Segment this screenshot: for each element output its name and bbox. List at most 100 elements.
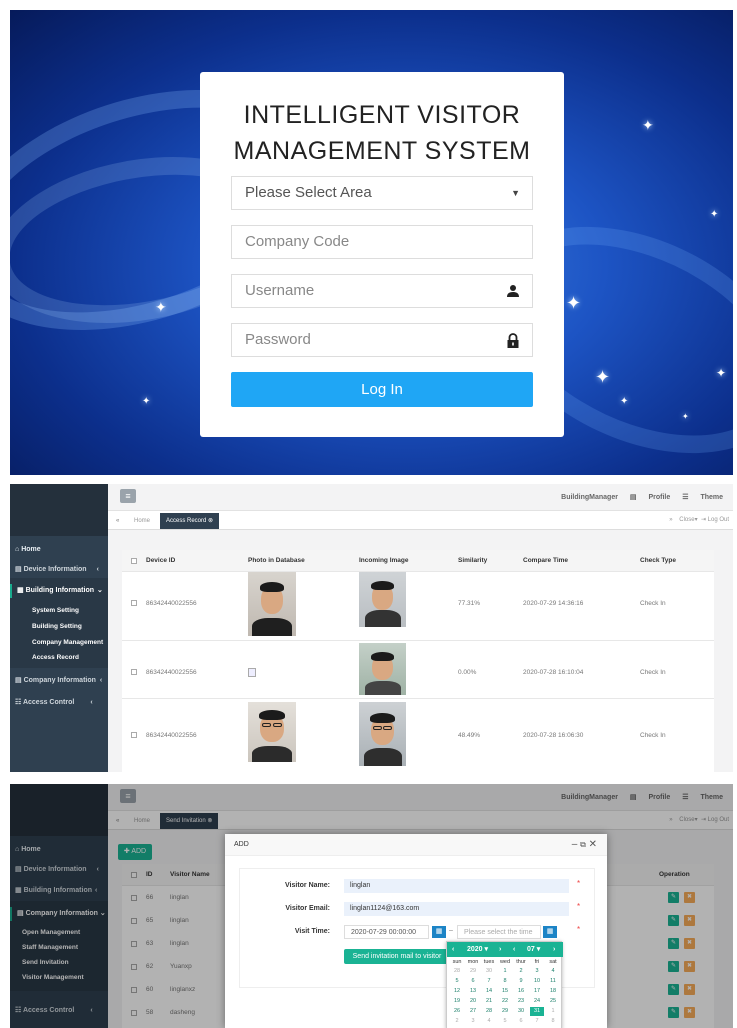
selected-day[interactable]: 31 [530,1007,544,1016]
calendar-day[interactable]: 28 [482,1007,496,1016]
tab-home[interactable]: Home [128,513,156,529]
select-all-checkbox[interactable] [131,558,137,564]
calendar-day[interactable]: 7 [482,977,496,986]
calendar-day[interactable]: 8 [498,977,512,986]
sidebar-item-device-information[interactable]: ▤ Device Information ‹ [10,563,108,577]
user-icon [506,275,520,309]
theme-link[interactable]: ☰ Theme [682,494,723,501]
tab-access-record[interactable]: Access Record ⊗ [160,513,220,529]
maximize-icon[interactable]: ⧉ [580,840,586,849]
login-button[interactable]: Log In [231,372,533,407]
calendar-day[interactable]: 26 [450,1007,464,1016]
next-month-icon[interactable]: › [553,942,555,957]
minimize-icon[interactable]: – [572,839,578,850]
calendar-day[interactable]: 22 [498,997,512,1006]
calendar-day[interactable]: 4 [482,1017,496,1026]
sidebar-item-home[interactable]: ⌂ Home [10,543,108,557]
calendar-day[interactable]: 8 [546,1017,560,1026]
prev-year-icon[interactable]: ‹ [452,942,454,957]
access-record-screen: ⌂ Home ▤ Device Information ‹ ▦ Building … [10,484,733,772]
calendar-day[interactable]: 3 [530,967,544,976]
calendar-day[interactable]: 5 [450,977,464,986]
visit-time-start-input[interactable]: 2020-07-29 00:00:00 [344,925,429,939]
sidebar-item-access-control[interactable]: ☷ Access Control ‹ [10,696,108,710]
sidebar-item-building-information[interactable]: ▦ Building Information ⌄ [10,584,108,598]
calendar-day[interactable]: 18 [546,987,560,996]
calendar-day[interactable]: 21 [482,997,496,1006]
calendar-day[interactable]: 6 [514,1017,528,1026]
calendar-icon[interactable]: ▦ [432,926,446,938]
modal-title: ADD – ⧉ ✕ [225,834,607,856]
calendar-day[interactable]: 4 [546,967,560,976]
sparkle-icon: ✦ [710,209,719,220]
calendar-day[interactable]: 27 [466,1007,480,1016]
top-bar: ≡ BuildingManager ▤ Profile ☰ Theme [108,484,733,511]
calendar-day[interactable]: 13 [466,987,480,996]
area-select[interactable]: Please Select Area ▼ [231,176,533,210]
username-input[interactable]: Username [231,274,533,308]
calendar-day[interactable]: 30 [514,1007,528,1016]
close-menu-button[interactable]: Close▾ [679,517,697,523]
visitor-email-input[interactable]: linglan1124@163.com [344,902,569,916]
calendar-day[interactable]: 6 [466,977,480,986]
visit-time-end-input[interactable]: Please select the time [457,925,541,939]
calendar-day[interactable]: 2 [514,967,528,976]
row-divider [122,640,714,641]
calendar-day[interactable]: 16 [514,987,528,996]
close-icon[interactable]: ✕ [589,839,597,850]
visitor-name-input[interactable]: linglan [344,879,569,893]
tab-scroll-left-icon[interactable]: « [110,513,125,529]
row-checkbox[interactable] [131,600,137,606]
sidebar-logo-area [10,484,108,536]
row-checkbox[interactable] [131,732,137,738]
calendar-day[interactable]: 12 [450,987,464,996]
calendar-day[interactable]: 29 [466,967,480,976]
device-icon: ▤ [15,566,24,573]
device-id: 86342440022556 [146,732,197,739]
device-id: 86342440022556 [146,600,197,607]
calendar-day[interactable]: 20 [466,997,480,1006]
calendar-day[interactable]: 28 [450,967,464,976]
company-code-input[interactable]: Company Code [231,225,533,259]
calendar-day[interactable]: 1 [498,967,512,976]
calendar-day[interactable]: 23 [514,997,528,1006]
calendar-day[interactable]: 10 [530,977,544,986]
calendar-day[interactable]: 19 [450,997,464,1006]
sidebar-sub-access-record[interactable]: Access Record [32,652,79,664]
calendar-day[interactable]: 30 [482,967,496,976]
logout-button[interactable]: ⇥ Log Out [701,517,729,523]
password-input[interactable]: Password [231,323,533,357]
send-invitation-button[interactable]: Send invitation mail to visitor [344,949,450,964]
calendar-day[interactable]: 7 [530,1017,544,1026]
calendar-day[interactable]: 11 [546,977,560,986]
calendar-day[interactable]: 3 [466,1017,480,1026]
profile-link[interactable]: ▤ Profile [630,494,670,501]
sidebar-sub-company-management[interactable]: Company Management [32,637,103,649]
calendar-day[interactable]: 1 [546,1007,560,1016]
calendar-day[interactable]: 29 [498,1007,512,1016]
calendar-day[interactable]: 24 [530,997,544,1006]
calendar-icon[interactable]: ▦ [543,926,557,938]
calendar-day[interactable]: 2 [450,1017,464,1026]
modal-controls: – ⧉ ✕ [572,834,597,856]
calendar-day[interactable]: 15 [498,987,512,996]
tab-scroll-right-icon[interactable]: » [669,517,672,523]
year-select[interactable]: 2020 ▾ [467,942,488,957]
calendar-day[interactable]: 17 [530,987,544,996]
sidebar-item-company-information[interactable]: ▤ Company Information ‹ [10,674,108,688]
month-select[interactable]: 07 ▾ [527,942,540,957]
row-checkbox[interactable] [131,669,137,675]
prev-month-icon[interactable]: ‹ [513,942,515,957]
building-icon: ▦ [17,587,26,594]
weekday-label: fri [534,959,540,965]
incoming-photo [359,643,406,695]
calendar-day[interactable]: 5 [498,1017,512,1026]
menu-toggle-button[interactable]: ≡ [120,489,136,503]
calendar-day[interactable]: 14 [482,987,496,996]
sidebar-sub-system-setting[interactable]: System Setting [32,605,79,617]
calendar-day[interactable]: 9 [514,977,528,986]
close-tab-icon[interactable]: ⊗ [208,518,213,524]
calendar-day[interactable]: 25 [546,997,560,1006]
sidebar-sub-building-setting[interactable]: Building Setting [32,621,82,633]
next-year-icon[interactable]: › [499,942,501,957]
